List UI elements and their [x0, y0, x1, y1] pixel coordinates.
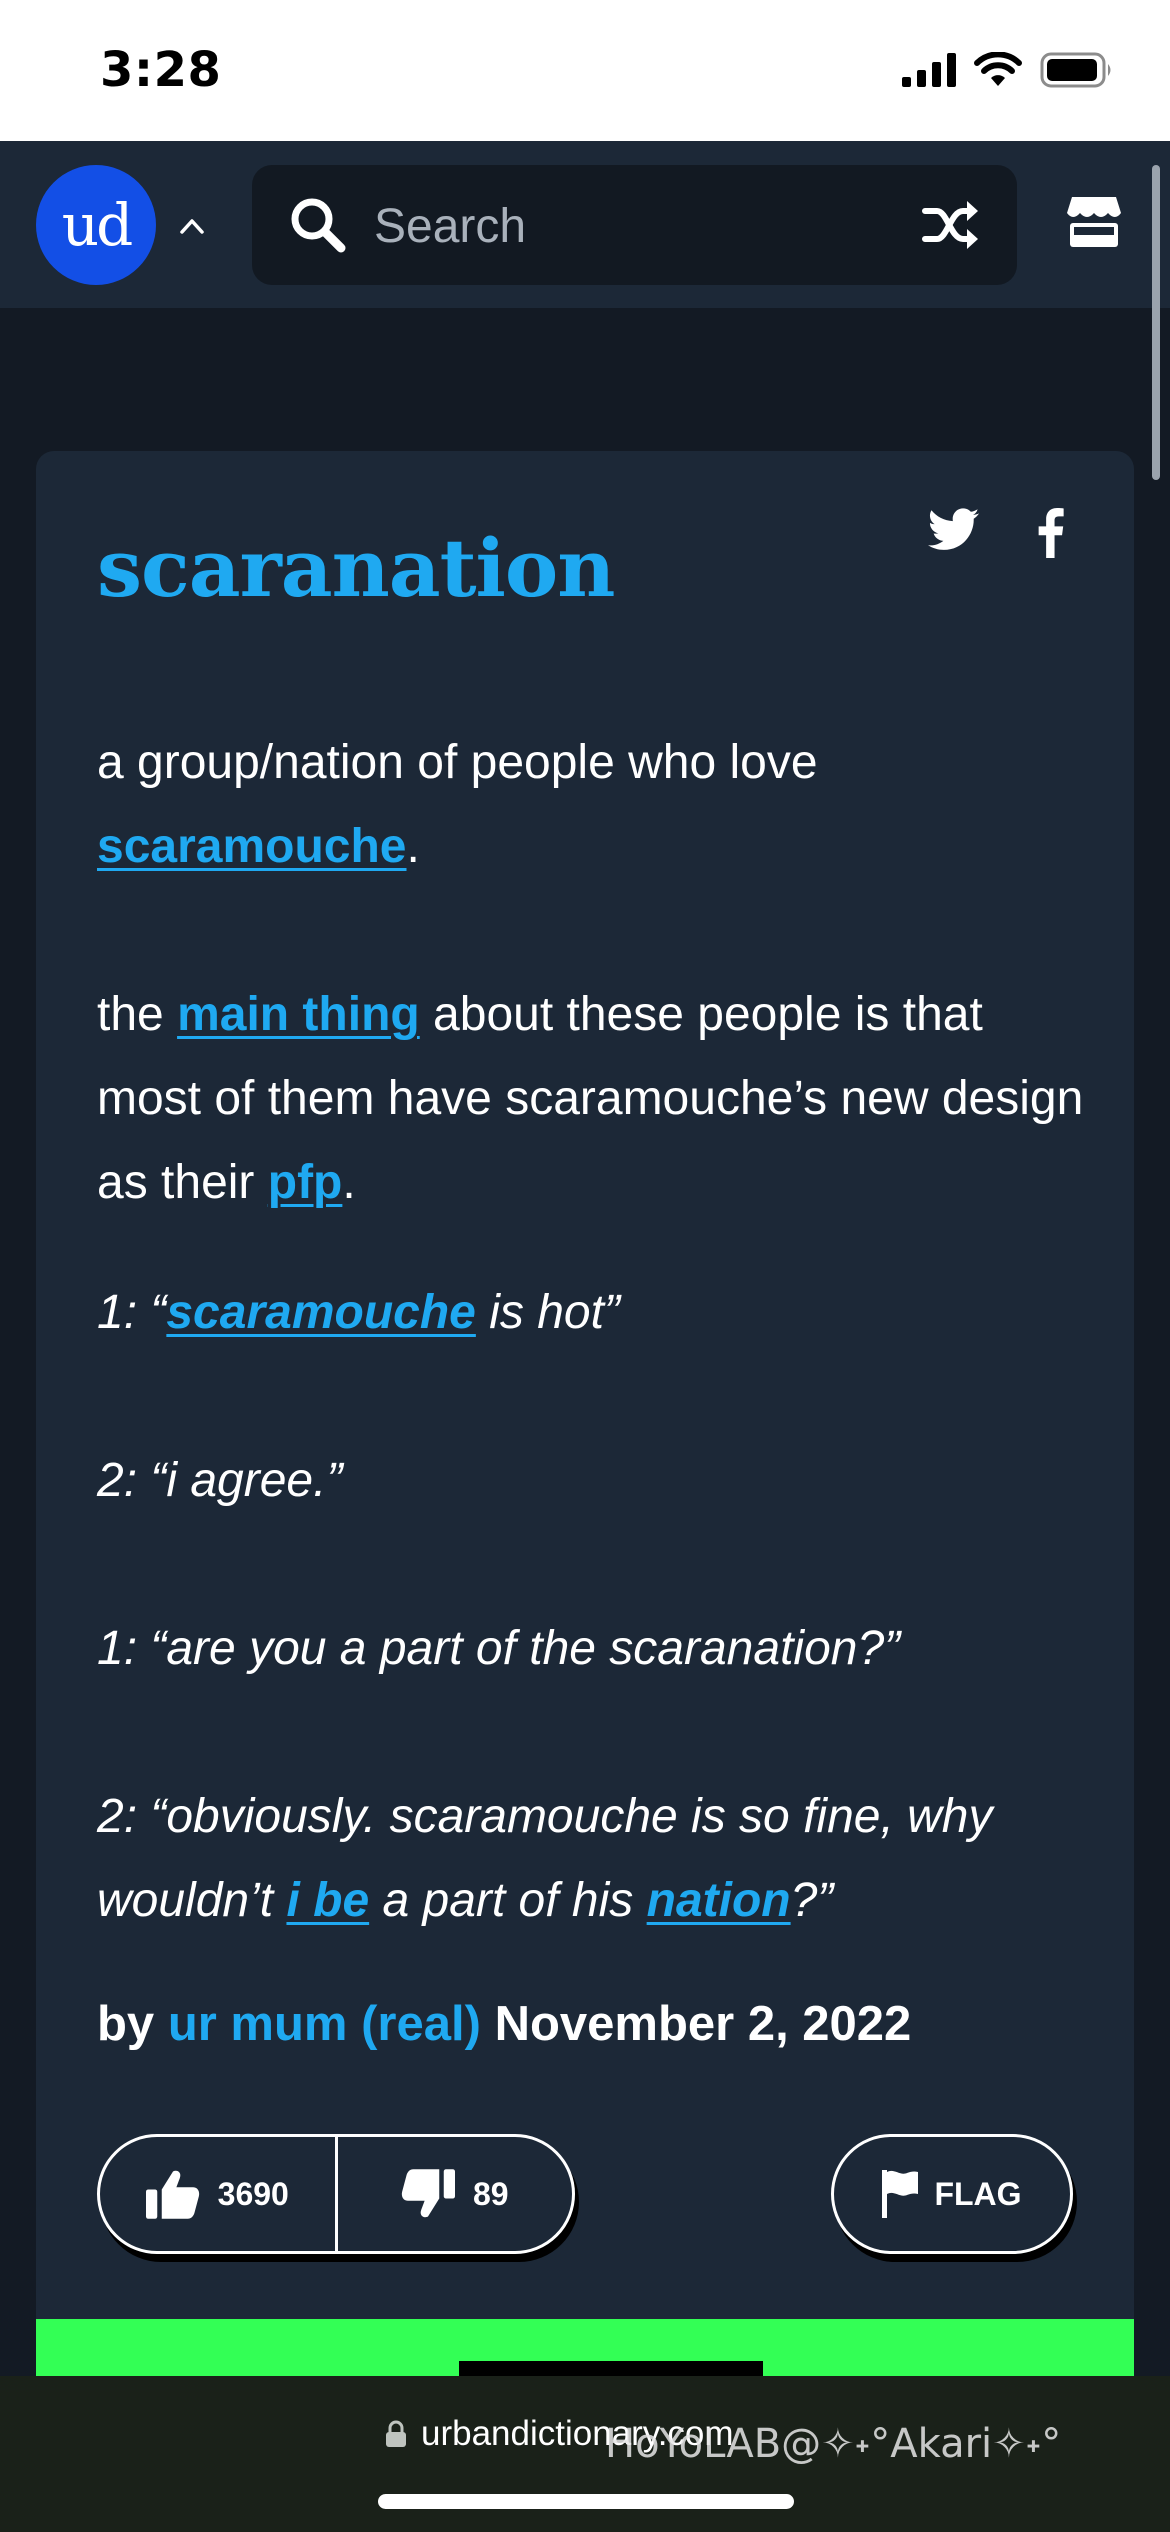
- example-text: a part of his: [369, 1874, 647, 1927]
- cellular-signal-icon: [902, 53, 956, 87]
- flag-button[interactable]: FLAG: [831, 2134, 1073, 2254]
- meaning-text: .: [342, 1156, 356, 1209]
- word-title[interactable]: scaranation: [97, 521, 615, 615]
- vote-buttons: 3690 89: [97, 2134, 575, 2254]
- facebook-share-icon[interactable]: [1036, 508, 1064, 558]
- home-indicator[interactable]: [378, 2494, 794, 2509]
- meaning-text: .: [406, 820, 420, 873]
- example-line: 1: “are you a part of the scaranation?”: [97, 1622, 901, 1675]
- meaning-text: a group/nation of people who love: [97, 736, 818, 789]
- meaning-paragraph: a group/nation of people who love scaram…: [97, 721, 1097, 889]
- upvote-button[interactable]: 3690: [100, 2137, 335, 2251]
- term-link[interactable]: scaramouche: [166, 1286, 476, 1339]
- search-bar[interactable]: [252, 165, 1017, 285]
- term-link[interactable]: nation: [647, 1874, 791, 1927]
- by-label: by: [97, 1997, 155, 2051]
- ud-logo[interactable]: ud: [36, 165, 156, 285]
- watermark: HoYoLAB@✧˖°Akari✧˖°: [605, 2421, 1062, 2467]
- thumbs-down-icon: [401, 2169, 455, 2218]
- lock-icon: [386, 2420, 406, 2447]
- search-icon: [291, 198, 346, 253]
- term-link[interactable]: pfp: [268, 1156, 343, 1209]
- example-text: 1: “: [97, 1286, 167, 1339]
- term-link[interactable]: i be: [286, 1874, 369, 1927]
- definition-example: 1: “scaramouche is hot” 2: “i agree.” 1:…: [97, 1271, 1097, 1943]
- example-line: 2: “i agree.”: [97, 1454, 343, 1507]
- example-text: ?”: [790, 1874, 834, 1927]
- page-scrollbar[interactable]: [1152, 165, 1160, 480]
- example-line: 2: “obviously. scaramouche is so fine, w…: [97, 1775, 1097, 1943]
- downvote-button[interactable]: 89: [338, 2137, 573, 2251]
- twitter-share-icon[interactable]: [928, 508, 980, 552]
- site-header: ud: [0, 141, 1170, 308]
- meaning-text: the: [97, 988, 178, 1041]
- upvote-count: 3690: [217, 2175, 289, 2212]
- example-text: is hot”: [475, 1286, 620, 1339]
- wifi-icon: [974, 52, 1022, 86]
- flag-icon: [882, 2170, 919, 2218]
- example-line: 1: “scaramouche is hot”: [97, 1271, 1097, 1355]
- author-link[interactable]: ur mum (real): [168, 1997, 481, 2051]
- term-link[interactable]: main thing: [177, 988, 420, 1041]
- definition-card: scaranation a group/nation of people who…: [36, 451, 1134, 2461]
- post-date: November 2, 2022: [494, 1997, 912, 2051]
- meaning-paragraph: the main thing about these people is tha…: [97, 973, 1097, 1225]
- term-link[interactable]: scaramouche: [97, 820, 407, 873]
- status-time: 3:28: [100, 42, 222, 98]
- status-bar: 3:28: [0, 0, 1170, 141]
- search-input[interactable]: [372, 187, 876, 265]
- chevron-up-icon[interactable]: [174, 208, 210, 244]
- shuffle-icon[interactable]: [921, 197, 981, 253]
- flag-label: FLAG: [934, 2175, 1022, 2212]
- battery-icon: [1040, 52, 1111, 88]
- contributor-line: by ur mum (real) November 2, 2022: [97, 1996, 911, 2052]
- status-icons: [902, 52, 1114, 88]
- ad-banner[interactable]: [36, 2319, 1134, 2379]
- downvote-count: 89: [472, 2175, 509, 2212]
- thumbs-up-icon: [145, 2170, 199, 2219]
- store-icon[interactable]: [1066, 193, 1122, 249]
- definition-meaning: a group/nation of people who love scaram…: [97, 721, 1097, 1225]
